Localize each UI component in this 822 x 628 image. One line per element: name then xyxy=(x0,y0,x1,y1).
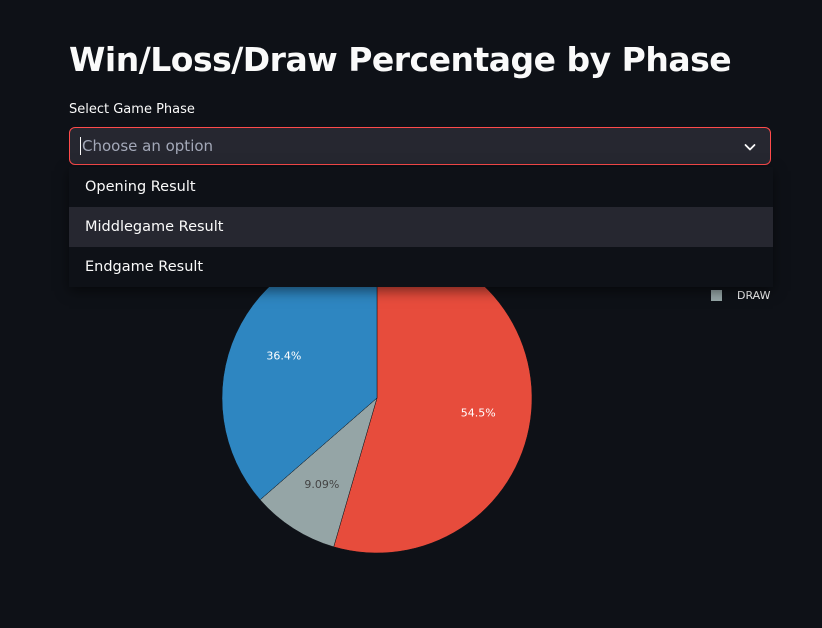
legend-label-draw[interactable]: DRAW xyxy=(737,289,770,302)
option-opening-result[interactable]: Opening Result xyxy=(69,167,773,207)
pie-slice-label-0: 54.5% xyxy=(461,406,496,419)
pie-slice-label-2: 36.4% xyxy=(266,350,301,363)
chart-legend: DRAW xyxy=(711,289,770,302)
pie-slice-label-1: 9.09% xyxy=(304,478,339,491)
option-middlegame-result[interactable]: Middlegame Result xyxy=(69,207,773,247)
option-endgame-result[interactable]: Endgame Result xyxy=(69,247,773,287)
legend-swatch-draw xyxy=(711,290,722,301)
select-dropdown-menu: Opening Result Middlegame Result Endgame… xyxy=(69,167,773,287)
pie-chart: 54.5% 9.09% 36.4% xyxy=(221,242,533,554)
